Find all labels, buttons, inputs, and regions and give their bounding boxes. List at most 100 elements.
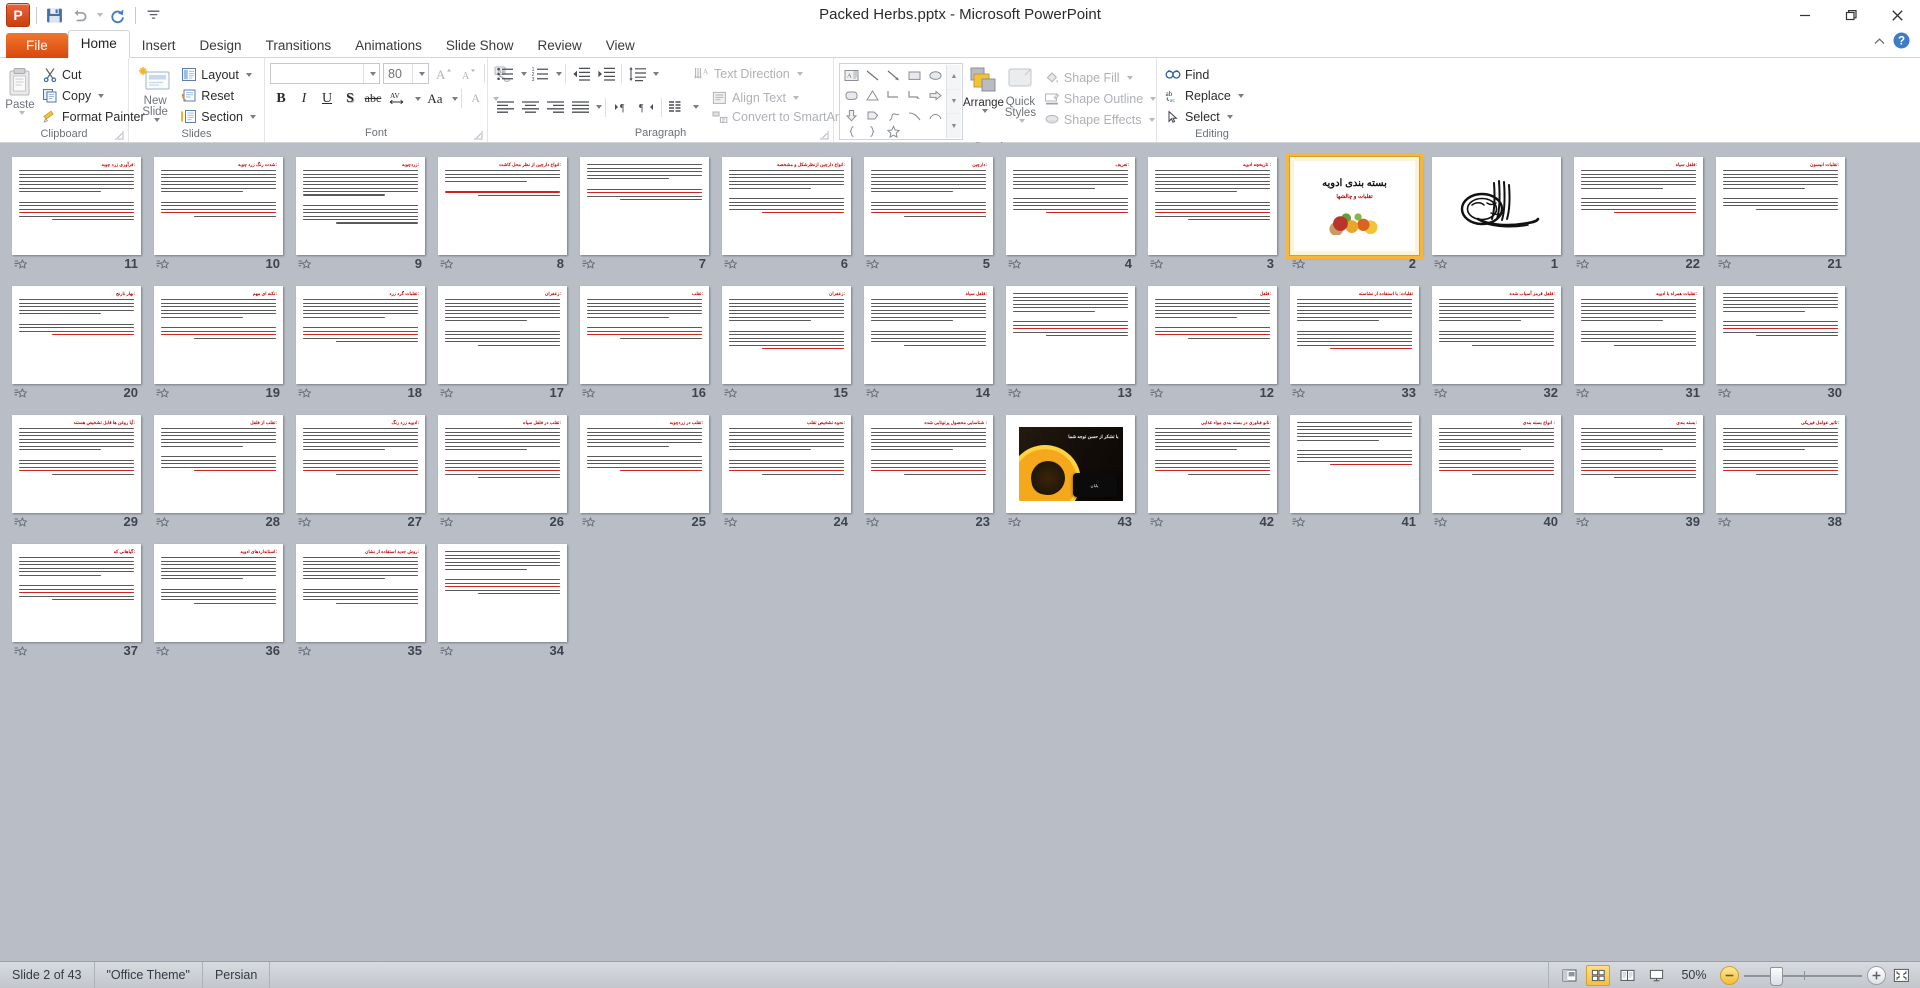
slide-thumbnail-cell[interactable]: نکته ای مهم: 19	[148, 284, 290, 413]
zoom-out-button[interactable]	[1720, 965, 1739, 985]
transition-star-icon[interactable]	[14, 387, 28, 400]
redo-icon[interactable]	[106, 4, 129, 26]
slide-thumbnail[interactable]: بهار نارنج:	[12, 286, 141, 384]
transition-star-icon[interactable]	[1434, 258, 1448, 271]
scroll-down-icon[interactable]: ▼	[947, 89, 961, 115]
zoom-in-button[interactable]	[1867, 965, 1886, 985]
language-indicator[interactable]: Persian	[203, 962, 271, 988]
increase-indent-button[interactable]	[594, 63, 618, 84]
slide-thumbnail-cell[interactable]: روش جدید استفاده از نشان: 35	[290, 542, 432, 671]
transition-star-icon[interactable]	[14, 258, 28, 271]
shape-triangle-icon[interactable]	[862, 85, 883, 105]
slide-thumbnail[interactable]: تاثیر عوامل فیزیکی:	[1716, 415, 1845, 513]
slide-thumbnail-cell[interactable]: تاثیر عوامل فیزیکی: 38	[1710, 413, 1852, 542]
change-case-button[interactable]: Aa	[422, 88, 448, 109]
tab-view[interactable]: View	[594, 33, 647, 58]
slide-thumbnail[interactable]: آیا روغن ها قابل تشخیص هستند:	[12, 415, 141, 513]
grow-font-button[interactable]: A	[432, 63, 454, 84]
slide-thumbnail-cell[interactable]: انواع بسته بندی : 40	[1426, 413, 1568, 542]
transition-star-icon[interactable]	[582, 387, 596, 405]
slide-thumbnail-cell[interactable]: انواع دارچین ازنظرشکل و مشخصه: 6	[716, 155, 858, 284]
shape-rectangle-icon[interactable]	[904, 65, 925, 85]
transition-star-icon[interactable]	[298, 516, 312, 534]
transition-star-icon[interactable]	[1150, 516, 1164, 529]
slide-thumbnail[interactable]: انواع بسته بندی :	[1432, 415, 1561, 513]
chevron-down-icon[interactable]	[1237, 93, 1244, 98]
collapse-ribbon-icon[interactable]	[1873, 34, 1886, 52]
transition-star-icon[interactable]	[1434, 387, 1448, 400]
slide-thumbnail[interactable]: انواع دارچین ازنظرشکل و مشخصه:	[722, 157, 851, 255]
transition-star-icon[interactable]	[298, 516, 312, 529]
chevron-down-icon[interactable]	[556, 71, 562, 76]
new-slide-button[interactable]: New Slide	[134, 61, 176, 122]
chevron-down-icon[interactable]	[363, 64, 379, 83]
transition-star-icon[interactable]	[156, 258, 170, 276]
shape-fill-button[interactable]: Shape Fill	[1041, 67, 1159, 88]
slide-thumbnail[interactable]: نکته ای مهم:	[154, 286, 283, 384]
transition-star-icon[interactable]	[1434, 387, 1448, 405]
slide-thumbnail-cell[interactable]: تقلبات گرد زرد: 18	[290, 284, 432, 413]
replace-button[interactable]: ab ac Replace	[1162, 85, 1247, 106]
text-shadow-button[interactable]: S	[339, 88, 361, 109]
chevron-down-icon[interactable]	[981, 109, 988, 113]
shape-left-brace-icon[interactable]	[841, 125, 862, 138]
chevron-down-icon[interactable]	[18, 111, 25, 115]
transition-star-icon[interactable]	[156, 645, 170, 663]
powerpoint-logo-icon[interactable]: P	[6, 3, 30, 27]
transition-star-icon[interactable]	[440, 516, 454, 534]
transition-star-icon[interactable]	[1576, 516, 1590, 534]
slide-thumbnail[interactable]: استانداردهای ادویه:	[154, 544, 283, 642]
slide-thumbnail-cell[interactable]: تقلبات انیسون: 21	[1710, 155, 1852, 284]
chevron-down-icon[interactable]	[415, 96, 421, 101]
slide-thumbnail[interactable]: زردچوبه:	[296, 157, 425, 255]
slide-thumbnail-cell[interactable]: زردچوبه: 9	[290, 155, 432, 284]
paste-button[interactable]: Paste	[5, 61, 35, 115]
transition-star-icon[interactable]	[1718, 387, 1732, 400]
transition-star-icon[interactable]	[1292, 387, 1306, 405]
tab-animations[interactable]: Animations	[343, 33, 434, 58]
find-button[interactable]: Find	[1162, 64, 1247, 85]
slide-thumbnail[interactable]: شناسایی محصول پرتوتابی شده :	[864, 415, 993, 513]
shape-curve-icon[interactable]	[904, 105, 925, 125]
tab-slide-show[interactable]: Slide Show	[434, 33, 526, 58]
transition-star-icon[interactable]	[582, 516, 596, 529]
transition-star-icon[interactable]	[582, 516, 596, 534]
quick-styles-button[interactable]: Quick Styles	[1004, 63, 1037, 123]
underline-button[interactable]: U	[316, 88, 338, 109]
line-spacing-button[interactable]	[625, 63, 649, 84]
transition-star-icon[interactable]	[298, 645, 312, 658]
slide-thumbnail[interactable]	[1006, 286, 1135, 384]
undo-icon[interactable]	[68, 4, 91, 26]
transition-star-icon[interactable]	[440, 258, 454, 271]
slide-thumbnail-cell[interactable]: شدت رنگ زرد چوبه: 10	[148, 155, 290, 284]
transition-star-icon[interactable]	[156, 516, 170, 529]
transition-star-icon[interactable]	[440, 645, 454, 658]
transition-star-icon[interactable]	[1292, 387, 1306, 400]
chevron-down-icon[interactable]	[98, 93, 105, 98]
slide-thumbnail[interactable]: روش جدید استفاده از نشان:	[296, 544, 425, 642]
slide-thumbnail-cell[interactable]: نانو فناوری در بسته بندی مواد غذایی: 42	[1142, 413, 1284, 542]
slide-thumbnail[interactable]: تقلبات: با استفاده از نشاسته	[1290, 286, 1419, 384]
character-spacing-button[interactable]: AV	[385, 88, 411, 109]
font-size-combo[interactable]: 80	[383, 63, 429, 84]
slide-thumbnail-cell[interactable]: 34	[432, 542, 574, 671]
select-button[interactable]: Select	[1162, 106, 1247, 127]
slide-thumbnail-cell[interactable]: تقلب: 16	[574, 284, 716, 413]
chevron-down-icon[interactable]	[1018, 119, 1025, 123]
shape-down-arrow-icon[interactable]	[841, 105, 862, 125]
bullets-button[interactable]	[493, 63, 517, 84]
slide-thumbnail-cell[interactable]: فلفل: 12	[1142, 284, 1284, 413]
transition-star-icon[interactable]	[1008, 516, 1022, 529]
slide-thumbnail-cell[interactable]: ادویه زرد رنگ: 27	[290, 413, 432, 542]
slide-thumbnail-cell[interactable]: گیاهانی که: 37	[6, 542, 148, 671]
transition-star-icon[interactable]	[1434, 258, 1448, 276]
chevron-down-icon[interactable]	[1148, 117, 1155, 122]
tab-home[interactable]: Home	[67, 30, 130, 58]
slide-thumbnail[interactable]: بسته بندی ادویه تقلبات و چالشها	[1286, 153, 1423, 259]
shape-freeform-icon[interactable]	[883, 105, 904, 125]
transition-star-icon[interactable]	[866, 258, 880, 276]
transition-star-icon[interactable]	[866, 387, 880, 400]
slide-thumbnail[interactable]: ادویه زرد رنگ:	[296, 415, 425, 513]
chevron-down-icon[interactable]	[521, 71, 527, 76]
minimize-button[interactable]	[1782, 0, 1828, 30]
